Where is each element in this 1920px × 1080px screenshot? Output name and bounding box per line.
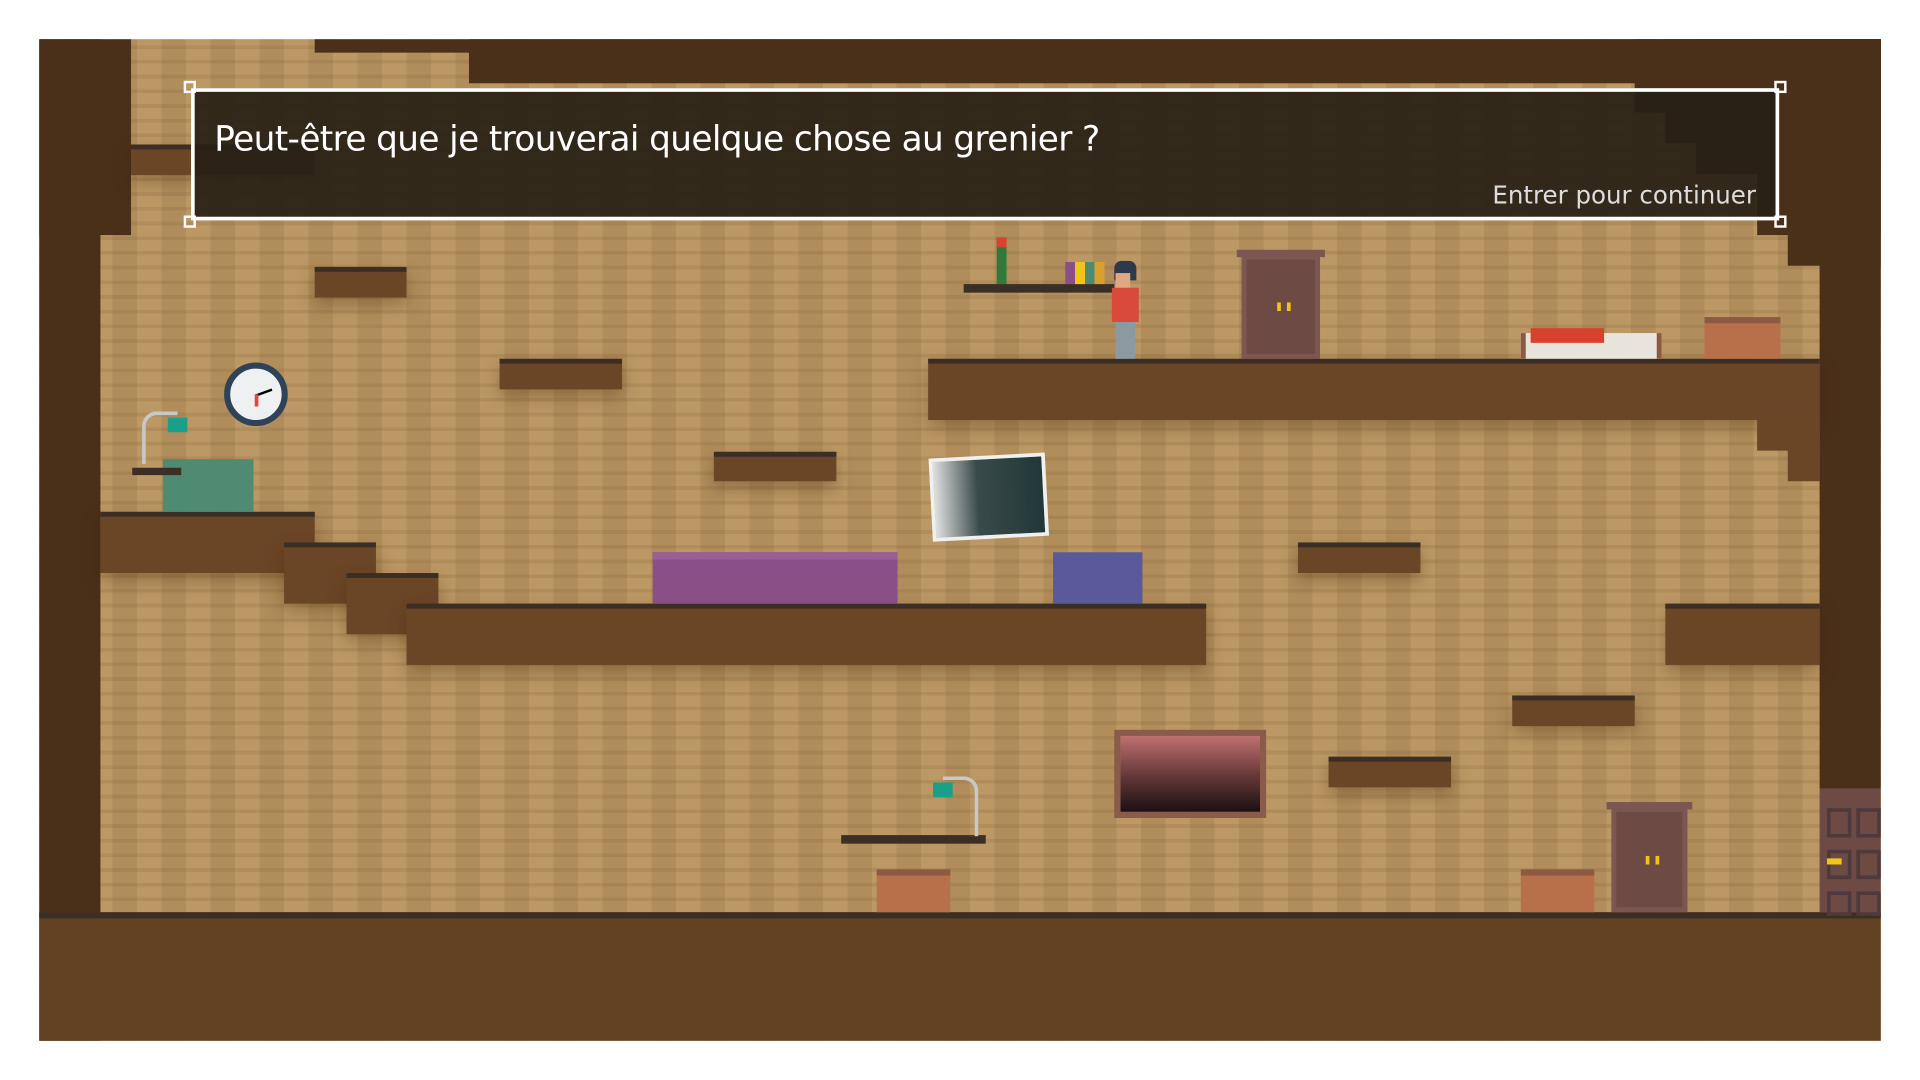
side-table[interactable] bbox=[1520, 869, 1595, 913]
platform bbox=[1787, 443, 1820, 482]
platform bbox=[1297, 542, 1421, 574]
dialog-corner bbox=[183, 215, 196, 228]
wardrobe-upper[interactable] bbox=[1236, 249, 1325, 359]
door-icon[interactable] bbox=[1819, 788, 1881, 916]
desk-lamp[interactable] bbox=[142, 411, 188, 465]
dialog-message: Peut-être que je trouverai quelque chose… bbox=[214, 118, 1100, 160]
desk-lamp[interactable] bbox=[933, 776, 979, 837]
bed[interactable] bbox=[1520, 328, 1662, 359]
player-character bbox=[1108, 260, 1145, 359]
platform bbox=[1512, 695, 1635, 727]
photo[interactable] bbox=[928, 452, 1050, 542]
dialog-box[interactable]: Peut-être que je trouverai quelque chose… bbox=[183, 80, 1787, 228]
right-wall bbox=[1819, 39, 1881, 789]
side-table[interactable] bbox=[1704, 317, 1781, 359]
platform bbox=[314, 266, 407, 298]
flower-pot[interactable] bbox=[996, 237, 1007, 285]
clock-icon[interactable] bbox=[224, 362, 288, 427]
platform bbox=[713, 451, 837, 482]
platform bbox=[1665, 603, 1820, 665]
armchair-blue[interactable] bbox=[1053, 552, 1143, 604]
continue-hint[interactable]: Entrer pour continuer bbox=[1492, 180, 1756, 209]
game-screen: Peut-être que je trouverai quelque chose… bbox=[0, 0, 1920, 1080]
platform bbox=[1328, 756, 1452, 788]
platform bbox=[499, 358, 623, 390]
dialog-corner bbox=[1774, 215, 1787, 228]
dialog-corner bbox=[183, 80, 196, 94]
wall-shelf bbox=[841, 835, 986, 844]
painting[interactable] bbox=[1114, 729, 1267, 818]
platform-middle-floor bbox=[406, 603, 1207, 665]
platform bbox=[100, 511, 315, 574]
books[interactable] bbox=[1065, 262, 1105, 285]
wall-shelf bbox=[963, 284, 1115, 293]
ground-floor bbox=[39, 912, 1881, 1041]
sofa[interactable] bbox=[652, 552, 898, 604]
dialog-corner bbox=[1774, 80, 1787, 94]
left-wall-upper bbox=[39, 39, 132, 236]
side-table[interactable] bbox=[876, 869, 951, 913]
wardrobe-lower[interactable] bbox=[1606, 802, 1693, 913]
wall-shelf bbox=[132, 467, 182, 476]
platform-upper-floor bbox=[928, 358, 1820, 421]
